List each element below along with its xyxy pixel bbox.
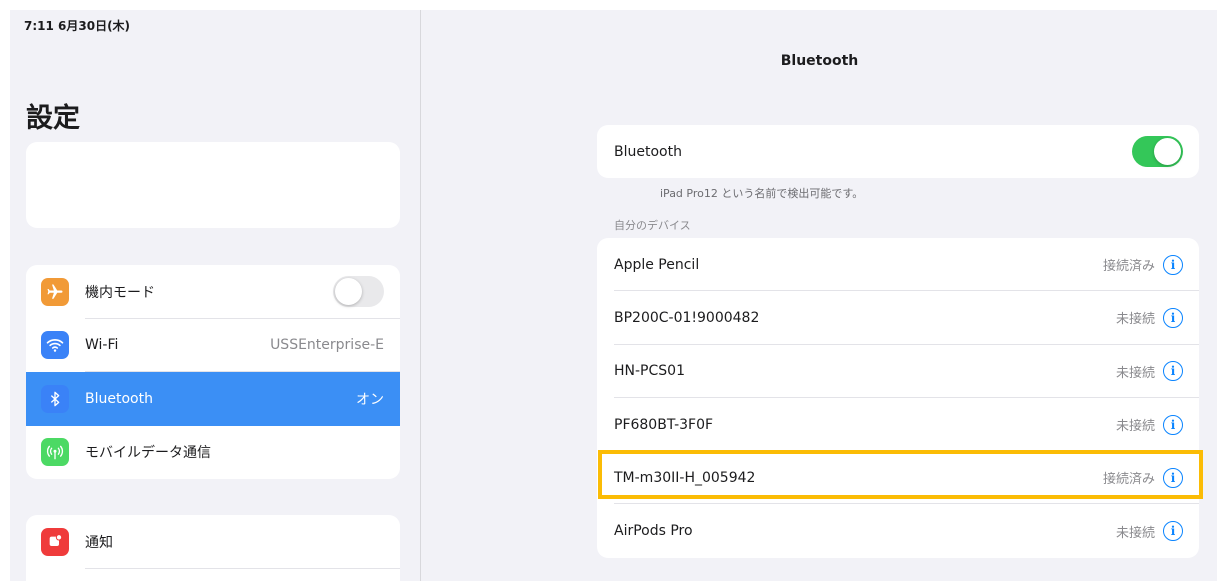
sidebar-item-label: Wi-Fi: [85, 337, 119, 354]
bluetooth-toggle-card: Bluetooth: [597, 125, 1199, 178]
sidebar-item-notifications[interactable]: 通知: [26, 515, 400, 569]
sidebar-item-bluetooth[interactable]: Bluetooth オン: [26, 372, 400, 426]
device-row-hn-pcs01[interactable]: HN-PCS01 未接続 i: [597, 345, 1199, 398]
device-row-apple-pencil[interactable]: Apple Pencil 接続済み i: [597, 238, 1199, 292]
device-name: HN-PCS01: [614, 363, 685, 380]
discoverable-note: iPad Pro12 という名前で検出可能です。: [660, 187, 864, 200]
wifi-network-name: USSEnterprise-E: [270, 337, 384, 354]
info-icon[interactable]: i: [1163, 467, 1183, 488]
bluetooth-label: Bluetooth: [614, 143, 682, 160]
sidebar-item-cellular[interactable]: モバイルデータ通信: [26, 426, 400, 480]
bluetooth-detail-pane: Bluetooth Bluetooth iPad Pro12 という名前で検出可…: [422, 10, 1217, 581]
info-icon[interactable]: i: [1163, 254, 1183, 275]
device-status: 未接続: [1115, 525, 1155, 541]
sidebar-item-label: Bluetooth: [85, 390, 153, 407]
bluetooth-toggle[interactable]: [1132, 136, 1183, 167]
wifi-icon: [41, 331, 69, 360]
bluetooth-toggle-row: Bluetooth: [597, 125, 1199, 178]
device-row-tm-m30ii[interactable]: TM-m30II-H_005942 接続済み i: [597, 451, 1199, 505]
airplane-icon: [41, 277, 69, 306]
sidebar-item-label: モバイルデータ通信: [85, 445, 211, 462]
device-status: 接続済み: [1102, 472, 1155, 488]
info-icon[interactable]: i: [1163, 361, 1183, 382]
settings-group-connectivity: 機内モード Wi-Fi USSEnterprise-E Bluetooth オン: [26, 265, 400, 479]
info-icon[interactable]: i: [1163, 521, 1183, 542]
device-name: BP200C-01!9000482: [614, 309, 760, 326]
cellular-icon: [41, 438, 69, 467]
device-name: Apple Pencil: [614, 256, 700, 273]
airplane-mode-toggle[interactable]: [333, 276, 384, 308]
divider: [85, 567, 400, 569]
status-bar-time: 7:11 6月30日(木): [24, 19, 131, 33]
sidebar-item-airplane-mode[interactable]: 機内モード: [26, 265, 400, 319]
sidebar-title: 設定: [26, 103, 80, 134]
settings-screen: 7:11 6月30日(木) 設定 機内モード Wi-Fi USSEnterpri…: [10, 10, 1217, 581]
device-status: 未接続: [1115, 365, 1155, 381]
notification-icon: [41, 527, 69, 556]
sidebar-item-label: 機内モード: [85, 284, 155, 301]
page-title: Bluetooth: [780, 53, 859, 69]
device-row-airpods-pro[interactable]: AirPods Pro 未接続 i: [597, 504, 1199, 557]
info-icon[interactable]: i: [1163, 414, 1183, 435]
info-icon[interactable]: i: [1163, 307, 1183, 328]
settings-group-notifications: 通知: [26, 515, 400, 581]
my-devices-list: Apple Pencil 接続済み i BP200C-01!9000482 未接…: [597, 238, 1199, 558]
device-status: 接続済み: [1102, 259, 1155, 275]
device-row-bp200c[interactable]: BP200C-01!9000482 未接続 i: [597, 291, 1199, 345]
my-devices-header: 自分のデバイス: [614, 219, 691, 232]
sidebar-item-label: 通知: [85, 534, 113, 551]
device-name: AirPods Pro: [614, 523, 693, 540]
device-name: TM-m30II-H_005942: [614, 469, 756, 486]
device-status: 未接続: [1115, 419, 1155, 435]
apple-id-card[interactable]: [26, 142, 400, 228]
sidebar: 7:11 6月30日(木) 設定 機内モード Wi-Fi USSEnterpri…: [10, 10, 421, 581]
device-status: 未接続: [1115, 312, 1155, 328]
device-name: PF680BT-3F0F: [614, 416, 714, 433]
device-row-pf680bt[interactable]: PF680BT-3F0F 未接続 i: [597, 398, 1199, 452]
bluetooth-icon: [41, 384, 69, 413]
sidebar-item-wifi[interactable]: Wi-Fi USSEnterprise-E: [26, 319, 400, 372]
bluetooth-status-value: オン: [356, 391, 384, 408]
